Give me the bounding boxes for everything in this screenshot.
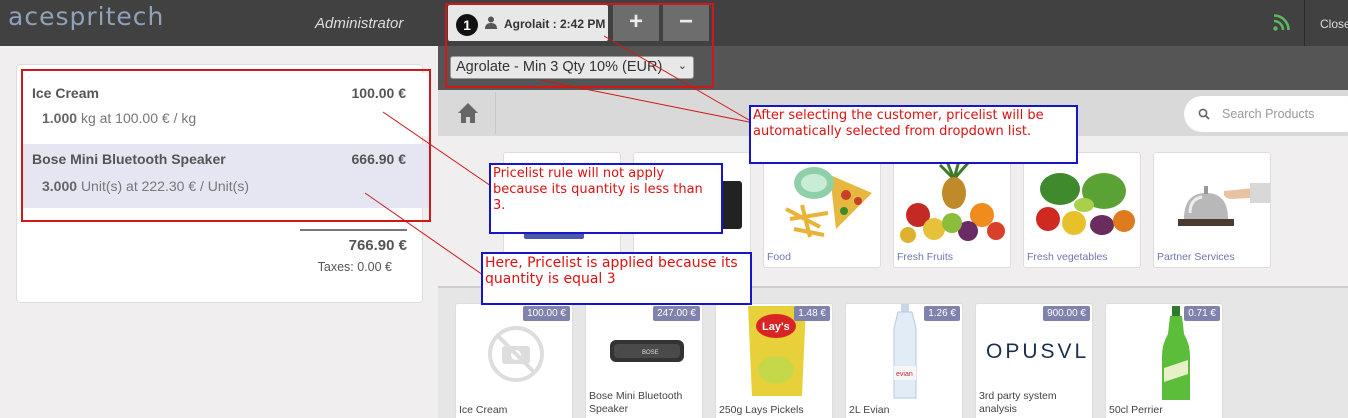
product-card[interactable]: 100.00 € Ice Cream	[455, 303, 573, 418]
home-icon	[458, 103, 478, 123]
customer-pricelist-highlight	[445, 3, 714, 88]
bell-image	[1178, 183, 1270, 226]
company-logo: acespritech	[8, 2, 165, 31]
svg-text:BOSE: BOSE	[642, 350, 659, 356]
vegetables-image	[1036, 173, 1135, 235]
price-tag: 0.71 €	[1184, 306, 1220, 321]
note-rule-not-applied: Pricelist rule will not apply because it…	[489, 163, 723, 234]
opusvl-logo: OPUSVL	[986, 340, 1090, 363]
orderlines-highlight	[21, 69, 431, 222]
search-icon	[1198, 108, 1210, 120]
order-total: 766.90 €	[348, 237, 407, 254]
search-input[interactable]: Search Products	[1222, 107, 1314, 121]
category-label: Partner Services	[1157, 251, 1235, 263]
product-name: 250g Lays Pickels	[719, 404, 804, 416]
price-tag: 900.00 €	[1043, 306, 1090, 321]
note-pricelist-auto-select: After selecting the customer, pricelist …	[749, 105, 1078, 164]
category-tile-food[interactable]: Food	[763, 152, 881, 268]
product-card[interactable]: OPUSVL 900.00 € 3rd party system analysi…	[975, 303, 1093, 418]
search-box[interactable]: Search Products	[1184, 96, 1348, 132]
product-name: 3rd party system analysis	[979, 390, 1057, 415]
category-label: Fresh vegetables	[1027, 251, 1108, 263]
price-tag: 100.00 €	[523, 306, 570, 321]
category-tile-partner-services[interactable]: Partner Services	[1153, 152, 1271, 268]
price-tag: 247.00 €	[653, 306, 700, 321]
price-tag: 1.48 €	[794, 306, 830, 321]
price-tag: 1.26 €	[924, 306, 960, 321]
svg-text:Lay's: Lay's	[762, 321, 790, 333]
fruits-image	[900, 156, 1005, 243]
product-card[interactable]: Lay's 1.48 € 250g Lays Pickels	[715, 303, 833, 418]
user-name: Administrator	[315, 15, 404, 32]
total-divider	[300, 229, 407, 231]
product-name: 50cl Perrier	[1109, 404, 1163, 416]
category-tile-fresh-vegetables[interactable]: Fresh vegetables	[1023, 152, 1141, 268]
product-card[interactable]: BOSE 247.00 € Bose Mini Bluetooth Speake…	[585, 303, 703, 418]
close-divider	[1304, 0, 1305, 46]
speaker-image	[720, 181, 742, 229]
note-rule-applied: Here, Pricelist is applied because its q…	[481, 252, 752, 305]
product-name: 2L Evian	[849, 404, 890, 416]
product-card[interactable]: 0.71 € 50cl Perrier	[1105, 303, 1223, 418]
home-button[interactable]	[440, 92, 496, 134]
product-name: Ice Cream	[459, 404, 508, 416]
product-name: Bose Mini Bluetooth Speaker	[589, 390, 683, 415]
food-image	[785, 167, 872, 238]
close-button[interactable]: Close	[1320, 17, 1348, 31]
product-card[interactable]: evian 1.26 € 2L Evian	[845, 303, 963, 418]
proxy-status-icon[interactable]	[1273, 14, 1290, 31]
svg-text:evian: evian	[896, 371, 913, 378]
category-label: Food	[767, 251, 791, 263]
order-taxes: Taxes: 0.00 €	[317, 260, 392, 274]
category-tile-fresh-fruits[interactable]: Fresh Fruits	[893, 152, 1011, 268]
category-label: Fresh Fruits	[897, 251, 954, 263]
